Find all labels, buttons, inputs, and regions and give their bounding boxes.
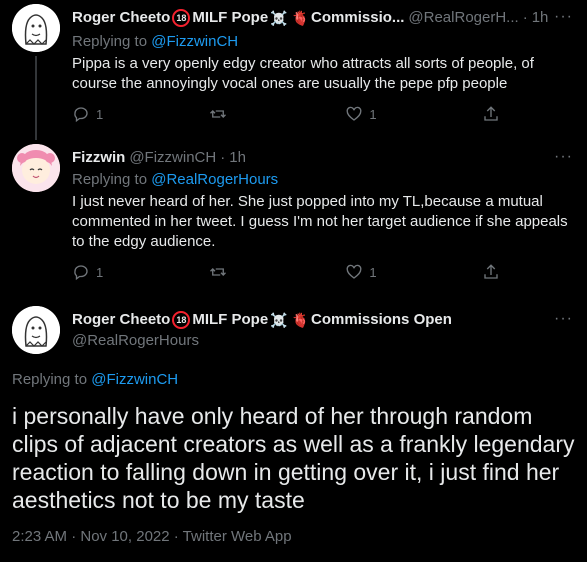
tweet-text: Pippa is a very openly edgy creator who … xyxy=(72,55,534,92)
replying-to-link[interactable]: @FizzwinCH xyxy=(91,371,178,388)
avatar-fizzwin[interactable] xyxy=(12,144,60,192)
reply-tweet-1[interactable]: Roger Cheeto 18 MILF Pope ☠️ 🫀 Commissio… xyxy=(0,0,587,140)
display-name-suffix[interactable]: MILF Pope xyxy=(192,8,268,28)
like-count: 1 xyxy=(369,106,377,122)
reply-button[interactable]: 1 xyxy=(72,263,162,281)
replying-label: Replying to xyxy=(12,371,88,388)
replying-to-link[interactable]: @FizzwinCH xyxy=(151,33,238,50)
thread-line xyxy=(35,56,37,140)
tweet-header: Roger Cheeto 18 MILF Pope ☠️ 🫀 Commissio… xyxy=(72,310,452,330)
replying-label: Replying to xyxy=(72,33,148,50)
separator-dot: · xyxy=(220,149,226,166)
reply-tweet-2[interactable]: Fizzwin @FizzwinCH · 1h ··· Replying to … xyxy=(0,140,587,292)
timestamp[interactable]: 1h xyxy=(532,8,549,28)
skull-crossbones-icon: ☠️ xyxy=(270,10,288,26)
reply-icon xyxy=(74,265,88,281)
tweet-actions: 1 1 xyxy=(72,263,502,281)
display-name-tail[interactable]: Commissio... xyxy=(311,8,404,28)
reply-button[interactable]: 1 xyxy=(72,105,162,123)
reply-count: 1 xyxy=(96,106,104,122)
share-button[interactable] xyxy=(482,105,502,123)
reply-count: 1 xyxy=(96,264,104,280)
like-count: 1 xyxy=(369,264,377,280)
replying-to: Replying to @FizzwinCH xyxy=(72,32,238,52)
display-name[interactable]: Fizzwin xyxy=(72,148,125,168)
anime-girl-avatar-icon xyxy=(12,144,60,192)
ghost-avatar-icon xyxy=(12,4,60,52)
retweet-icon xyxy=(209,268,226,276)
share-icon xyxy=(484,106,498,121)
display-name[interactable]: Roger Cheeto xyxy=(72,8,170,28)
share-button[interactable] xyxy=(482,263,502,281)
display-name-tail[interactable]: Commissions Open xyxy=(311,310,452,330)
anatomical-heart-icon: 🫀 xyxy=(291,10,310,26)
eighteen-badge-icon: 18 xyxy=(172,9,191,27)
anatomical-heart-icon: 🫀 xyxy=(291,312,310,328)
retweet-button[interactable] xyxy=(209,105,299,123)
heart-icon xyxy=(346,106,362,121)
main-tweet: Roger Cheeto 18 MILF Pope ☠️ 🫀 Commissio… xyxy=(0,300,587,562)
replying-to: Replying to @RealRogerHours xyxy=(72,170,278,190)
tweet-timestamp-source[interactable]: 2:23 AM · Nov 10, 2022 · Twitter Web App xyxy=(12,528,292,545)
replying-label: Replying to xyxy=(72,171,148,188)
main-tweet-text: i personally have only heard of her thro… xyxy=(12,403,575,513)
like-button[interactable]: 1 xyxy=(345,263,435,281)
tweet-text: I just never heard of her. She just popp… xyxy=(72,193,568,250)
handle[interactable]: @FizzwinCH xyxy=(129,148,216,168)
reply-icon xyxy=(74,107,88,123)
ghost-avatar-icon xyxy=(12,306,60,354)
tweet-header: Roger Cheeto 18 MILF Pope ☠️ 🫀 Commissio… xyxy=(72,8,548,28)
timestamp[interactable]: 1h xyxy=(229,148,246,168)
more-options-icon[interactable]: ··· xyxy=(554,148,573,166)
display-name-suffix[interactable]: MILF Pope xyxy=(192,310,268,330)
more-options-icon[interactable]: ··· xyxy=(554,8,573,26)
share-icon xyxy=(484,264,498,279)
replying-to: Replying to @FizzwinCH xyxy=(12,370,178,390)
display-name[interactable]: Roger Cheeto xyxy=(72,310,170,330)
retweet-icon xyxy=(209,110,226,118)
heart-icon xyxy=(346,264,362,279)
replying-to-link[interactable]: @RealRogerHours xyxy=(151,171,278,188)
handle[interactable]: @RealRogerHours xyxy=(72,331,199,351)
tweet-actions: 1 1 xyxy=(72,105,502,123)
skull-crossbones-icon: ☠️ xyxy=(270,312,288,328)
more-options-icon[interactable]: ··· xyxy=(554,310,573,328)
like-button[interactable]: 1 xyxy=(345,105,435,123)
tweet-header: Fizzwin @FizzwinCH · 1h xyxy=(72,148,246,168)
separator-dot: · xyxy=(522,9,528,26)
avatar-roger[interactable] xyxy=(12,4,60,52)
eighteen-badge-icon: 18 xyxy=(172,311,191,329)
avatar-roger[interactable] xyxy=(12,306,60,354)
handle[interactable]: @RealRogerH... xyxy=(408,8,518,28)
retweet-button[interactable] xyxy=(209,263,299,281)
